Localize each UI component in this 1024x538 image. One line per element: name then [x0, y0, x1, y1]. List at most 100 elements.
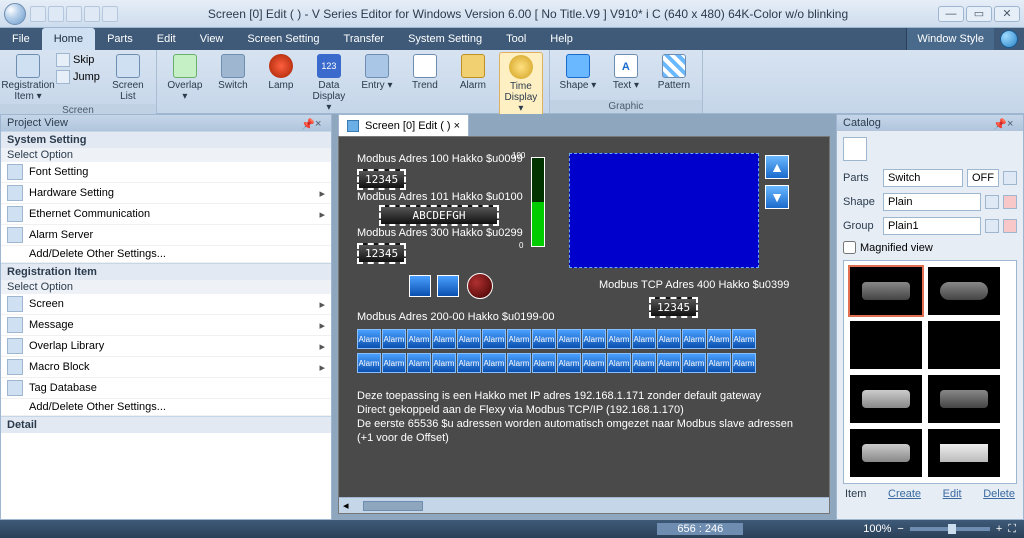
zoom-in-button[interactable]: + — [996, 523, 1002, 535]
text-button[interactable]: AText ▾ — [604, 52, 648, 93]
value-modbus-101[interactable]: ABCDEFGH — [379, 205, 499, 226]
zoom-fit-icon[interactable]: ⛶ — [1008, 523, 1016, 536]
alarm-cell[interactable]: Alarm — [432, 329, 456, 349]
alarm-cell[interactable]: Alarm — [357, 329, 381, 349]
group-del-icon[interactable] — [1003, 219, 1017, 233]
switch-2[interactable] — [437, 275, 459, 297]
horizontal-scrollbar[interactable]: ◂ — [339, 497, 829, 513]
catalog-create[interactable]: Create — [888, 488, 921, 500]
value-modbus-tcp-400[interactable]: 12345 — [649, 297, 698, 318]
switch-button[interactable]: Switch — [211, 52, 255, 93]
lamp-button[interactable]: Lamp — [259, 52, 303, 93]
preview-4[interactable] — [928, 321, 1000, 369]
alarm-button[interactable]: Alarm — [451, 52, 495, 93]
menu-edit[interactable]: Edit — [145, 28, 188, 50]
alarm-cell[interactable]: Alarm — [457, 353, 481, 373]
value-modbus-300[interactable]: 12345 — [357, 243, 406, 264]
font-setting-item[interactable]: Font Setting — [1, 162, 331, 183]
preview-5[interactable] — [850, 375, 922, 423]
time-display-button[interactable]: Time Display ▾ — [499, 52, 543, 117]
shape-del-icon[interactable] — [1003, 195, 1017, 209]
overlap-library-item[interactable]: Overlap Library▸ — [1, 336, 331, 357]
catalog-edit[interactable]: Edit — [943, 488, 962, 500]
message-item[interactable]: Message▸ — [1, 315, 331, 336]
menu-file[interactable]: File — [0, 28, 42, 50]
menu-tool[interactable]: Tool — [494, 28, 538, 50]
preview-7[interactable] — [850, 429, 922, 477]
close-button[interactable]: ✕ — [994, 6, 1020, 22]
canvas-viewport[interactable]: Modbus Adres 100 Hakko $u0099 12345 Modb… — [338, 136, 830, 514]
group-select[interactable]: Plain1 — [883, 217, 981, 235]
preview-6[interactable] — [928, 375, 1000, 423]
screen-list-button[interactable]: Screen List — [106, 52, 150, 104]
alarm-cell[interactable]: Alarm — [507, 329, 531, 349]
alarm-cell[interactable]: Alarm — [507, 353, 531, 373]
menu-transfer[interactable]: Transfer — [332, 28, 397, 50]
shape-select[interactable]: Plain — [883, 193, 981, 211]
alarm-cell[interactable]: Alarm — [732, 353, 756, 373]
alarm-cell[interactable]: Alarm — [382, 353, 406, 373]
alarm-cell[interactable]: Alarm — [632, 329, 656, 349]
qat-new-icon[interactable] — [30, 6, 46, 22]
catalog-close-icon[interactable]: × — [1007, 118, 1017, 128]
alarm-cell[interactable]: Alarm — [607, 353, 631, 373]
alarm-cell[interactable]: Alarm — [557, 353, 581, 373]
alarm-cell[interactable]: Alarm — [682, 353, 706, 373]
pin-icon[interactable]: 📌 — [301, 118, 311, 128]
tag-database-item[interactable]: Tag Database — [1, 378, 331, 399]
qat-open-icon[interactable] — [48, 6, 64, 22]
trend-button[interactable]: Trend — [403, 52, 447, 93]
catalog-delete[interactable]: Delete — [983, 488, 1015, 500]
alarm-cell[interactable]: Alarm — [707, 329, 731, 349]
alarm-cell[interactable]: Alarm — [407, 353, 431, 373]
add-delete-settings-1[interactable]: Add/Delete Other Settings... — [1, 246, 331, 263]
lamp-1[interactable] — [467, 273, 493, 299]
entry-button[interactable]: Entry ▾ — [355, 52, 399, 93]
hardware-setting-item[interactable]: Hardware Setting▸ — [1, 183, 331, 204]
menu-parts[interactable]: Parts — [95, 28, 145, 50]
alarm-cell[interactable]: Alarm — [407, 329, 431, 349]
zoom-slider[interactable] — [910, 527, 990, 531]
menu-help[interactable]: Help — [538, 28, 585, 50]
data-display-button[interactable]: 123Data Display ▾ — [307, 52, 351, 115]
help-icon[interactable] — [1000, 30, 1018, 48]
alarm-cell[interactable]: Alarm — [382, 329, 406, 349]
alarm-cell[interactable]: Alarm — [432, 353, 456, 373]
hmi-canvas[interactable]: Modbus Adres 100 Hakko $u0099 12345 Modb… — [349, 147, 799, 483]
parts-extra-icon[interactable] — [1003, 171, 1017, 185]
alarm-cell[interactable]: Alarm — [607, 329, 631, 349]
macro-block-item[interactable]: Macro Block▸ — [1, 357, 331, 378]
add-delete-settings-2[interactable]: Add/Delete Other Settings... — [1, 399, 331, 416]
alarm-cell[interactable]: Alarm — [532, 353, 556, 373]
switch-1[interactable] — [409, 275, 431, 297]
scroll-thumb[interactable] — [363, 501, 423, 511]
jump-button[interactable]: Jump — [54, 69, 102, 85]
shape-copy-icon[interactable] — [985, 195, 999, 209]
off-select[interactable]: OFF — [967, 169, 999, 187]
pattern-button[interactable]: Pattern — [652, 52, 696, 93]
screen-item[interactable]: Screen▸ — [1, 294, 331, 315]
alarm-cell[interactable]: Alarm — [682, 329, 706, 349]
overlap-button[interactable]: Overlap ▾ — [163, 52, 207, 104]
alarm-cell[interactable]: Alarm — [457, 329, 481, 349]
skip-button[interactable]: Skip — [54, 52, 102, 68]
menu-view[interactable]: View — [188, 28, 236, 50]
alarm-cell[interactable]: Alarm — [732, 329, 756, 349]
preview-2[interactable] — [928, 267, 1000, 315]
preview-1[interactable] — [850, 267, 922, 315]
ethernet-item[interactable]: Ethernet Communication▸ — [1, 204, 331, 225]
qat-undo-icon[interactable] — [84, 6, 100, 22]
alarm-cell[interactable]: Alarm — [582, 353, 606, 373]
menu-home[interactable]: Home — [42, 28, 95, 50]
shape-button[interactable]: Shape ▾ — [556, 52, 600, 93]
alarm-cell[interactable]: Alarm — [532, 329, 556, 349]
minimize-button[interactable]: — — [938, 6, 964, 22]
arrow-down-button[interactable]: ▼ — [765, 185, 789, 209]
group-copy-icon[interactable] — [985, 219, 999, 233]
qat-redo-icon[interactable] — [102, 6, 118, 22]
maximize-button[interactable]: ▭ — [966, 6, 992, 22]
panel-close-icon[interactable]: × — [315, 118, 325, 128]
trend-display[interactable] — [569, 153, 759, 268]
alarm-cell[interactable]: Alarm — [482, 353, 506, 373]
qat-save-icon[interactable] — [66, 6, 82, 22]
